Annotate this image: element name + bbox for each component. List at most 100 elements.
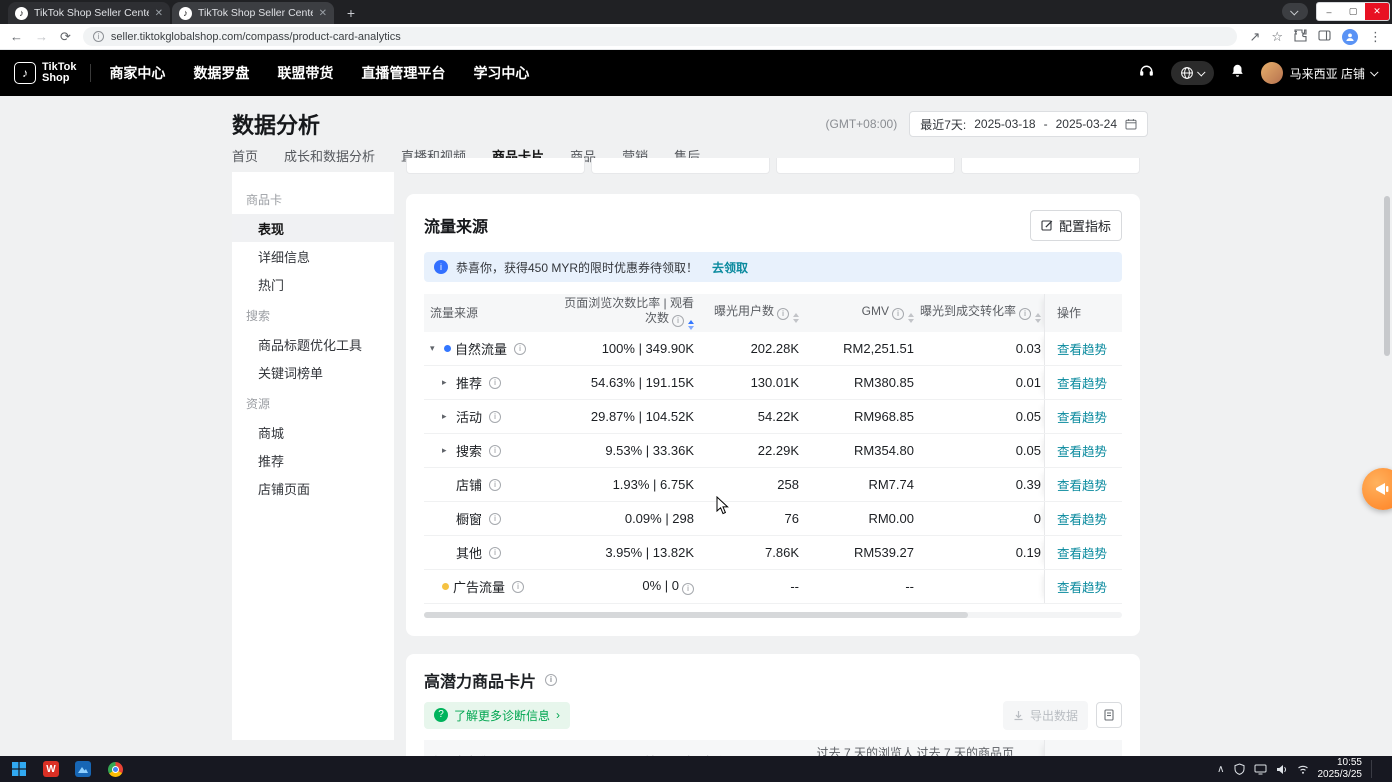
tray-expand-caret-icon[interactable]: ∧: [1217, 764, 1224, 775]
window-minimize-button[interactable]: –: [1317, 3, 1341, 20]
browser-tab-1[interactable]: ♪ TikTok Shop Seller Center | Cr ✕: [8, 2, 170, 24]
scrollbar-thumb[interactable]: [424, 612, 968, 618]
report-list-icon-button[interactable]: [1096, 702, 1122, 728]
url-bar[interactable]: seller.tiktokglobalshop.com/compass/prod…: [83, 27, 1238, 46]
browser-menu-icon[interactable]: ⋮: [1369, 30, 1382, 43]
nav-item-data-compass[interactable]: 数据罗盘: [193, 63, 249, 83]
info-icon[interactable]: [489, 445, 501, 457]
sidebar-item-title-optimizer[interactable]: 商品标题优化工具: [232, 330, 394, 358]
nav-item-affiliate[interactable]: 联盟带货: [277, 63, 333, 83]
table-row-activity: ▸ 活动 29.87% | 104.52K 54.22K RM968.85 0.…: [424, 400, 1122, 434]
info-icon[interactable]: [777, 308, 789, 320]
view-trend-link[interactable]: 查看趋势: [1057, 441, 1107, 460]
nav-item-live-management[interactable]: 直播管理平台: [361, 63, 445, 83]
sort-control[interactable]: [1035, 313, 1041, 323]
promo-float-widget[interactable]: [1362, 468, 1392, 510]
view-trend-link[interactable]: 查看趋势: [1057, 543, 1107, 562]
bookmark-star-icon[interactable]: ☆: [1271, 30, 1283, 43]
view-trend-link[interactable]: 查看趋势: [1057, 577, 1107, 596]
info-icon[interactable]: [545, 674, 557, 686]
info-icon[interactable]: [512, 581, 524, 593]
tab-close-icon[interactable]: ✕: [155, 8, 163, 19]
view-trend-link[interactable]: 查看趋势: [1057, 475, 1107, 494]
collapse-chevron-icon[interactable]: ▾: [430, 343, 440, 354]
edit-config-icon: [1041, 219, 1053, 231]
tiktok-shop-logo[interactable]: ♪ TikTok Shop: [14, 62, 76, 84]
browser-tab-2[interactable]: ♪ TikTok Shop Seller Center | Cr ✕: [172, 2, 334, 24]
nav-item-academy[interactable]: 学习中心: [473, 63, 529, 83]
windows-logo-icon: [12, 762, 26, 776]
table-row-organic: ▾ 自然流量 100% | 349.90K 202.28K RM2,251.51…: [424, 332, 1122, 366]
view-trend-link[interactable]: 查看趋势: [1057, 407, 1107, 426]
info-icon[interactable]: [489, 547, 501, 559]
info-icon[interactable]: [1019, 308, 1031, 320]
view-trend-link[interactable]: 查看趋势: [1057, 509, 1107, 528]
sidebar-item-keyword-ranking[interactable]: 关键词榜单: [232, 358, 394, 386]
forward-icon[interactable]: →: [35, 30, 48, 43]
info-icon[interactable]: [489, 513, 501, 525]
sidebar-item-details[interactable]: 详细信息: [232, 242, 394, 270]
export-data-button[interactable]: 导出数据: [1003, 701, 1088, 730]
headset-support-icon[interactable]: [1138, 62, 1155, 84]
info-icon[interactable]: [489, 479, 501, 491]
info-icon[interactable]: [672, 315, 684, 327]
back-icon[interactable]: ←: [10, 30, 23, 43]
window-close-button[interactable]: ✕: [1365, 3, 1389, 20]
expand-chevron-icon[interactable]: ▸: [442, 445, 452, 456]
view-trend-link[interactable]: 查看趋势: [1057, 373, 1107, 392]
sidebar-item-performance[interactable]: 表现: [232, 214, 394, 242]
taskbar-chrome[interactable]: [100, 756, 130, 782]
sidebar-item-recommend[interactable]: 推荐: [232, 446, 394, 474]
info-icon[interactable]: [489, 411, 501, 423]
sidebar-item-shop-page[interactable]: 店铺页面: [232, 474, 394, 502]
row-label: 活动: [456, 407, 482, 426]
info-icon[interactable]: [489, 377, 501, 389]
tab-search-chevron[interactable]: [1282, 3, 1308, 20]
info-icon[interactable]: [514, 343, 526, 355]
site-info-icon[interactable]: [93, 31, 104, 42]
sidebar-group-search: 搜索: [232, 298, 394, 330]
chrome-icon: [108, 762, 123, 777]
vertical-scrollbar-thumb[interactable]: [1384, 196, 1390, 356]
sidebar-item-trending[interactable]: 热门: [232, 270, 394, 298]
expand-chevron-icon[interactable]: ▸: [442, 377, 452, 388]
expand-chevron-icon[interactable]: ▸: [442, 411, 452, 422]
start-button[interactable]: [4, 756, 34, 782]
info-icon[interactable]: [892, 308, 904, 320]
claim-coupon-link[interactable]: 去领取: [712, 259, 748, 276]
configure-metrics-button[interactable]: 配置指标: [1030, 210, 1122, 241]
browser-profile-avatar[interactable]: [1342, 29, 1358, 45]
tab-growth-analytics[interactable]: 成长和数据分析: [284, 146, 375, 170]
analytics-page: 数据分析 (GMT+08:00) 最近7天: 2025-03-18 - 2025…: [0, 96, 1392, 756]
side-panel-icon[interactable]: [1318, 29, 1331, 44]
date-range-picker[interactable]: 最近7天: 2025-03-18 - 2025-03-24: [909, 111, 1148, 137]
taskbar-app-w[interactable]: W: [36, 756, 66, 782]
show-desktop-button[interactable]: [1381, 756, 1385, 782]
view-trend-link[interactable]: 查看趋势: [1057, 339, 1107, 358]
new-tab-button[interactable]: +: [342, 4, 360, 22]
nav-item-seller-center[interactable]: 商家中心: [109, 63, 165, 83]
tray-shield-icon[interactable]: [1234, 763, 1245, 775]
sidebar-item-mall[interactable]: 商城: [232, 418, 394, 446]
account-menu[interactable]: 马来西亚 店铺: [1261, 62, 1378, 84]
tab-home[interactable]: 首页: [232, 146, 258, 170]
taskbar-app-photos[interactable]: [68, 756, 98, 782]
info-icon[interactable]: [682, 583, 694, 595]
notifications-bell-icon[interactable]: [1230, 63, 1245, 83]
cell-cvr: 0.39: [914, 477, 1044, 492]
info-icon: [434, 260, 448, 274]
extensions-puzzle-icon[interactable]: [1294, 29, 1307, 44]
diagnosis-info-link[interactable]: 了解更多诊断信息 ›: [424, 702, 570, 729]
window-maximize-button[interactable]: ▢: [1341, 3, 1365, 20]
tab-close-icon[interactable]: ✕: [319, 8, 327, 19]
clock-date: 2025/3/25: [1318, 769, 1363, 780]
tray-network-icon[interactable]: [1297, 764, 1309, 775]
tray-volume-icon[interactable]: [1276, 764, 1288, 775]
taskbar-clock[interactable]: 10:55 2025/3/25: [1318, 757, 1363, 781]
tab-title: TikTok Shop Seller Center | Cr: [198, 7, 313, 19]
refresh-icon[interactable]: ⟳: [60, 30, 71, 43]
horizontal-scrollbar[interactable]: [424, 612, 1122, 618]
share-icon[interactable]: ↗: [1249, 30, 1260, 43]
language-selector[interactable]: [1171, 61, 1214, 85]
tray-display-icon[interactable]: [1254, 764, 1267, 775]
